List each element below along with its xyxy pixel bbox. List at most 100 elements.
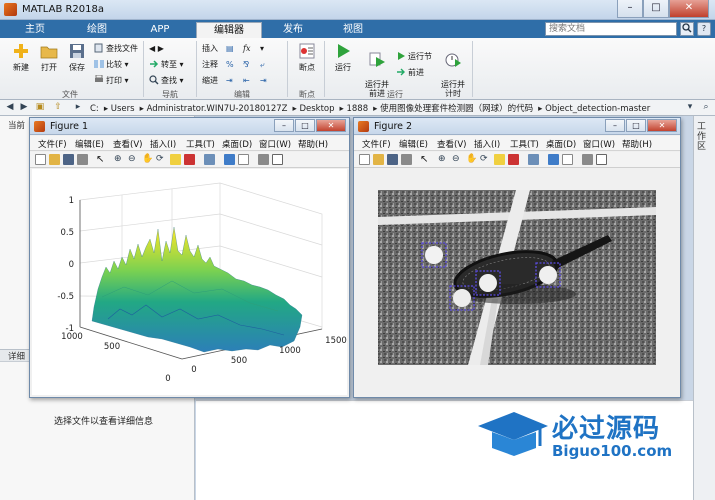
figure-1-close-button[interactable]: ✕ [316, 119, 346, 132]
close-button[interactable]: ✕ [669, 0, 709, 18]
zoom-in-icon[interactable]: ⊕ [114, 154, 125, 165]
zoom-out-icon[interactable]: ⊖ [128, 154, 139, 165]
menu-help[interactable]: 帮助(H) [622, 138, 652, 150]
figure-2-close-button[interactable]: ✕ [647, 119, 677, 132]
brush-icon[interactable] [508, 154, 519, 165]
menu-edit[interactable]: 编辑(E) [75, 138, 104, 150]
breadcrumb[interactable]: C: ▸ Users ▸ Administrator.WIN7U-20180127Z… [90, 102, 655, 114]
figure-2-minimize-button[interactable]: – [605, 119, 625, 132]
edit-plot-icon[interactable]: ↖ [420, 154, 431, 165]
figure-1-maximize-button[interactable]: □ [295, 119, 315, 132]
menu-insert[interactable]: 插入(I) [474, 138, 500, 150]
minimize-button[interactable]: – [617, 0, 643, 18]
back-forward-icon[interactable]: ◀ ▶ [149, 43, 164, 55]
detection-image-axes[interactable] [356, 169, 678, 395]
tab-view[interactable]: 视图 [324, 22, 382, 38]
menu-window[interactable]: 窗口(W) [583, 138, 615, 150]
legend-icon[interactable] [562, 154, 573, 165]
menu-view[interactable]: 查看(V) [113, 138, 142, 150]
figure-1-minimize-button[interactable]: – [274, 119, 294, 132]
open-file-icon[interactable] [373, 154, 384, 165]
menu-tools[interactable]: 工具(T) [510, 138, 539, 150]
path-segment[interactable]: Desktop [299, 104, 334, 114]
legend-icon[interactable] [238, 154, 249, 165]
help-icon[interactable]: ? [697, 22, 711, 36]
run-and-time-button[interactable]: 运行并 计时 [436, 42, 470, 98]
wrap-comments-icon[interactable]: ⤶ [260, 59, 264, 71]
tab-home[interactable]: 主页 [8, 22, 62, 38]
colorbar-icon[interactable] [548, 154, 559, 165]
figure-2-window[interactable]: Figure 2 – □ ✕ 文件(F) 编辑(E) 查看(V) 插入(I) 工… [353, 117, 681, 398]
link-plot-icon[interactable] [204, 154, 215, 165]
forward-icon[interactable]: ▶ [18, 102, 30, 113]
search-icon[interactable] [680, 22, 694, 36]
insert-dropdown-icon[interactable]: ▾ [260, 43, 264, 55]
compare-button[interactable]: 比较 ▾ [94, 59, 129, 71]
tab-plots[interactable]: 绘图 [64, 22, 130, 38]
menu-desktop[interactable]: 桌面(D) [222, 138, 252, 150]
search-input[interactable]: 搜索文档 [545, 22, 677, 36]
new-figure-icon[interactable] [359, 154, 370, 165]
uncomment-icon[interactable]: ⅋ [243, 59, 249, 71]
pan-icon[interactable]: ✋ [142, 154, 153, 165]
increase-indent-icon[interactable]: ⇥ [260, 75, 267, 87]
hide-plot-tools-icon[interactable] [582, 154, 593, 165]
print-figure-icon[interactable] [77, 154, 88, 165]
zoom-out-icon[interactable]: ⊖ [452, 154, 463, 165]
tab-editor[interactable]: 编辑器 [196, 22, 262, 38]
path-segment[interactable]: Object_detection-master [545, 104, 650, 114]
breakpoints-button[interactable]: 断点 [292, 42, 322, 73]
comment-button[interactable]: 注释 [202, 59, 218, 71]
print-button[interactable]: 打印 ▾ [94, 75, 129, 87]
find-files-button[interactable]: 查找文件 [94, 43, 138, 55]
menu-view[interactable]: 查看(V) [437, 138, 466, 150]
show-plot-tools-icon[interactable] [272, 154, 283, 165]
indent-button[interactable]: 缩进 [202, 75, 218, 87]
menu-edit[interactable]: 编辑(E) [399, 138, 428, 150]
decrease-indent-icon[interactable]: ⇤ [243, 75, 250, 87]
up-folder-icon[interactable]: ⇧ [52, 102, 64, 113]
open-file-icon[interactable] [49, 154, 60, 165]
save-button[interactable]: 保存 [62, 42, 92, 73]
insert-button[interactable]: 插入 [202, 43, 218, 55]
run-button[interactable]: 运行 [328, 42, 358, 73]
hide-plot-tools-icon[interactable] [258, 154, 269, 165]
path-segment[interactable]: 使用图像处理套件检测圆（网球）的代码 [380, 104, 533, 114]
goto-button[interactable]: 转至 ▾ [149, 59, 184, 71]
save-figure-icon[interactable] [63, 154, 74, 165]
insert-section-icon[interactable]: ▤ [226, 43, 234, 55]
data-cursor-icon[interactable] [170, 154, 181, 165]
find-button[interactable]: 查找 ▾ [149, 75, 184, 87]
colorbar-icon[interactable] [224, 154, 235, 165]
print-figure-icon[interactable] [401, 154, 412, 165]
menu-insert[interactable]: 插入(I) [150, 138, 176, 150]
path-segment[interactable]: C: [90, 104, 99, 114]
open-button[interactable]: 打开 [34, 42, 64, 73]
menu-file[interactable]: 文件(F) [38, 138, 67, 150]
menu-desktop[interactable]: 桌面(D) [546, 138, 576, 150]
menu-window[interactable]: 窗口(W) [259, 138, 291, 150]
advance-button[interactable]: 前进 [396, 67, 424, 79]
menu-file[interactable]: 文件(F) [362, 138, 391, 150]
path-segment[interactable]: Administrator.WIN7U-20180127Z [147, 104, 288, 114]
tab-apps[interactable]: APP [132, 22, 188, 38]
figure-2-titlebar[interactable]: Figure 2 – □ ✕ [354, 118, 680, 135]
path-root-icon[interactable]: ▸ [72, 102, 84, 113]
back-icon[interactable]: ◀ [4, 102, 16, 113]
rotate-3d-icon[interactable]: ⟳ [480, 154, 491, 165]
show-plot-tools-icon[interactable] [596, 154, 607, 165]
path-segment[interactable]: 1888 [346, 104, 368, 114]
rotate-3d-icon[interactable]: ⟳ [156, 154, 167, 165]
save-figure-icon[interactable] [387, 154, 398, 165]
figure-1-titlebar[interactable]: Figure 1 – □ ✕ [30, 118, 349, 135]
new-button[interactable]: 新建 [6, 42, 36, 73]
run-section-button[interactable]: 运行节 [396, 51, 432, 63]
tab-publish[interactable]: 发布 [264, 22, 322, 38]
link-plot-icon[interactable] [528, 154, 539, 165]
path-dropdown-icon[interactable]: ▾ [684, 102, 696, 113]
maximize-button[interactable]: □ [643, 0, 669, 18]
figure-2-maximize-button[interactable]: □ [626, 119, 646, 132]
surface-plot[interactable]: 1 0.5 0 -0.5 -1 0 500 1000 0 500 1000 15… [32, 169, 347, 395]
fx-button[interactable]: fx [243, 43, 250, 55]
figure-1-window[interactable]: Figure 1 – □ ✕ 文件(F) 编辑(E) 查看(V) 插入(I) 工… [29, 117, 350, 398]
